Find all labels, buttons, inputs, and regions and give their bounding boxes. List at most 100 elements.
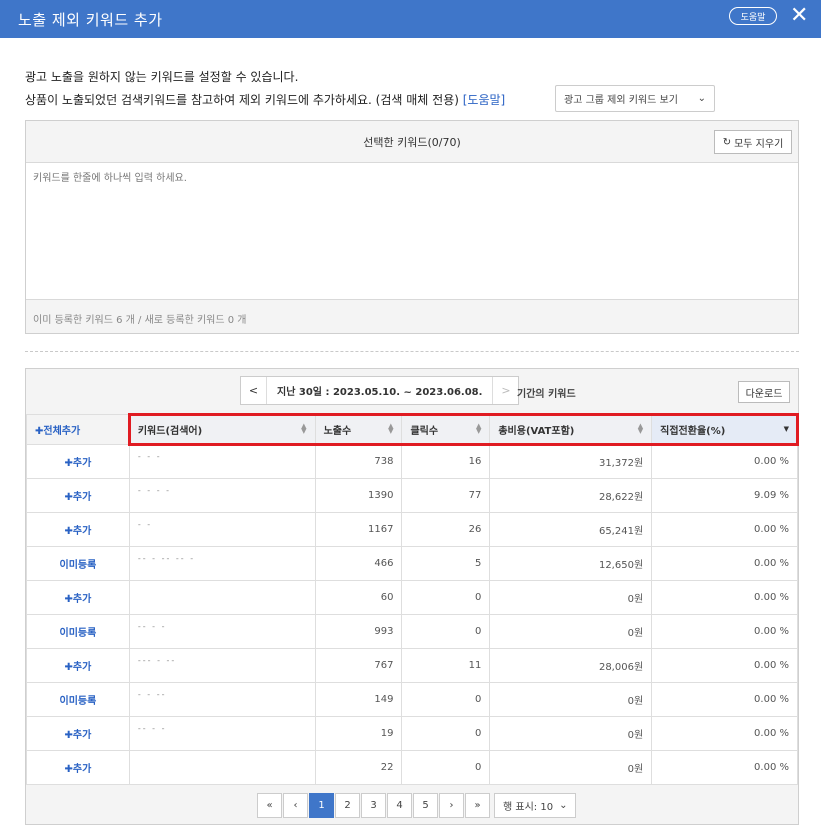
row-action-button[interactable]: 이미등록	[26, 546, 130, 581]
page-button[interactable]: 1	[309, 793, 334, 818]
add-all-button[interactable]: ✚전체추가	[26, 414, 130, 445]
download-button[interactable]: 다운로드	[738, 381, 790, 403]
selected-keyword-panel: 선택한 키워드(0/70) ↻ 모두 지우기 이미 등록한 키워드 6 개 / …	[25, 120, 799, 334]
row-conversion-rate: 0.00 %	[651, 444, 798, 479]
keyword-report-panel: < 지난 30일 : 2023.05.10. ~ 2023.06.08. > 기…	[25, 368, 799, 825]
row-clicks: 11	[401, 648, 491, 683]
column-label: 직접전환율(%)	[660, 426, 726, 437]
sort-icon: ▲ ▼	[475, 422, 482, 435]
table-row: ✚추가 -- - -19 0 0원 0.00 %	[26, 716, 798, 751]
row-cost: 28,006원	[489, 648, 653, 683]
period-prev-button[interactable]: <	[241, 377, 267, 404]
column-header-impressions[interactable]: 노출수 ▲ ▼	[314, 414, 403, 445]
table-row: ✚추가 - - -738 16 31,372원 0.00 %	[26, 444, 798, 479]
row-impressions: 60	[314, 580, 403, 615]
group-exclude-keyword-select[interactable]: 광고 그룹 제외 키워드 보기 ⌄	[555, 85, 715, 112]
row-cost: 65,241원	[489, 512, 653, 547]
row-action-button[interactable]: ✚추가	[26, 512, 130, 547]
help-button[interactable]: 도움말	[729, 7, 777, 25]
row-clicks: 77	[401, 478, 491, 513]
page-last-button[interactable]: »	[465, 793, 490, 818]
chevron-down-icon: ⌄	[559, 800, 568, 811]
row-conversion-rate: 0.00 %	[651, 512, 798, 547]
table-row: ✚추가 --- - -- 767 11 28,006원 0.00 %	[26, 648, 798, 683]
row-keyword: -- - -	[128, 614, 316, 649]
row-impressions: 738	[314, 444, 403, 479]
divider	[25, 351, 799, 352]
page-next-button[interactable]: ›	[439, 793, 464, 818]
row-cost: 0원	[489, 682, 653, 717]
row-action-button[interactable]: ✚추가	[26, 750, 130, 785]
table-row: ✚추가 22 0 0원 0.00 %	[26, 750, 798, 785]
clear-all-label: 모두 지우기	[734, 138, 784, 150]
row-cost: 28,622원	[489, 478, 653, 513]
row-keyword: - -	[128, 512, 316, 547]
table-header-row: ✚전체추가 키워드(검색어) ▲ ▼ 노출수 ▲ ▼ 클릭수 ▲ ▼ 총비용(VAT포함) ▲…	[26, 414, 798, 445]
column-header-clicks[interactable]: 클릭수 ▲ ▼	[401, 414, 491, 445]
page-button[interactable]: 2	[335, 793, 360, 818]
table-row: 이미등록 -- - -- -- -466 5 12,650원 0.00 %	[26, 546, 798, 581]
period-suffix: 기간의 키워드	[517, 389, 576, 400]
row-clicks: 0	[401, 682, 491, 717]
row-action-button[interactable]: ✚추가	[26, 648, 130, 683]
page-prev-button[interactable]: ‹	[283, 793, 308, 818]
row-conversion-rate: 0.00 %	[651, 682, 798, 717]
row-keyword: -- - -- -- -	[128, 546, 316, 581]
row-conversion-rate: 0.00 %	[651, 546, 798, 581]
row-keyword	[128, 580, 316, 615]
description-line-2: 상품이 노출되었던 검색키워드를 참고하여 제외 키워드에 추가하세요. (검색…	[25, 89, 505, 112]
row-keyword: -- - -	[128, 716, 316, 751]
row-action-button[interactable]: 이미등록	[26, 682, 130, 717]
row-clicks: 0	[401, 750, 491, 785]
period-label: 지난 30일 : 2023.05.10. ~ 2023.06.08.	[277, 387, 483, 398]
description: 광고 노출을 원하지 않는 키워드를 설정할 수 있습니다. 상품이 노출되었던…	[25, 66, 505, 112]
rows-per-page-select[interactable]: 행 표시: 10 ⌄	[494, 793, 577, 818]
page-button[interactable]: 5	[413, 793, 438, 818]
keyword-input[interactable]	[26, 162, 798, 300]
row-action-button[interactable]: ✚추가	[26, 478, 130, 513]
table-row: ✚추가 - - - -1390 77 28,622원 9.09 %	[26, 478, 798, 513]
row-impressions: 149	[314, 682, 403, 717]
row-impressions: 466	[314, 546, 403, 581]
row-action-button[interactable]: ✚추가	[26, 580, 130, 615]
column-header-keyword[interactable]: 키워드(검색어) ▲ ▼	[128, 414, 316, 445]
row-cost: 0원	[489, 750, 653, 785]
row-cost: 0원	[489, 614, 653, 649]
exclude-keyword-modal: 노출 제외 키워드 추가 도움말 ✕ 광고 노출을 원하지 않는 키워드를 설정…	[0, 0, 821, 839]
row-cost: 31,372원	[489, 444, 653, 479]
row-cost: 0원	[489, 716, 653, 751]
close-icon[interactable]: ✕	[790, 4, 808, 28]
chevron-down-icon: ⌄	[697, 93, 706, 104]
row-action-button[interactable]: ✚추가	[26, 444, 130, 479]
page-button[interactable]: 3	[361, 793, 386, 818]
row-action-button[interactable]: 이미등록	[26, 614, 130, 649]
description-line-1: 광고 노출을 원하지 않는 키워드를 설정할 수 있습니다.	[25, 70, 299, 84]
column-label: 키워드(검색어)	[137, 426, 203, 437]
selected-keyword-count: 선택한 키워드(0/70)	[363, 135, 461, 149]
keyword-table: ✚전체추가 키워드(검색어) ▲ ▼ 노출수 ▲ ▼ 클릭수 ▲ ▼ 총비용(VAT포함) ▲…	[26, 414, 798, 785]
row-impressions: 22	[314, 750, 403, 785]
column-header-conversion-rate[interactable]: 직접전환율(%) ▼	[651, 414, 798, 445]
row-conversion-rate: 0.00 %	[651, 750, 798, 785]
row-clicks: 0	[401, 614, 491, 649]
help-link[interactable]: [도움말]	[463, 93, 505, 107]
row-action-button[interactable]: ✚추가	[26, 716, 130, 751]
period-next-button[interactable]: >	[492, 377, 518, 404]
row-keyword: --- - --	[128, 648, 316, 683]
row-clicks: 0	[401, 716, 491, 751]
row-impressions: 993	[314, 614, 403, 649]
clear-all-button[interactable]: ↻ 모두 지우기	[714, 130, 792, 154]
page-first-button[interactable]: «	[257, 793, 282, 818]
row-conversion-rate: 0.00 %	[651, 716, 798, 751]
column-label: 총비용(VAT포함)	[498, 426, 575, 437]
sort-icon: ▲ ▼	[637, 422, 644, 435]
row-conversion-rate: 0.00 %	[651, 614, 798, 649]
keyword-registered-summary: 이미 등록한 키워드 6 개 / 새로 등록한 키워드 0 개	[33, 315, 247, 326]
table-row: ✚추가 - -1167 26 65,241원 0.00 %	[26, 512, 798, 547]
page-button[interactable]: 4	[387, 793, 412, 818]
row-impressions: 1390	[314, 478, 403, 513]
row-keyword	[128, 750, 316, 785]
description-line-2-text: 상품이 노출되었던 검색키워드를 참고하여 제외 키워드에 추가하세요. (검색…	[25, 93, 459, 107]
row-impressions: 767	[314, 648, 403, 683]
column-header-cost[interactable]: 총비용(VAT포함) ▲ ▼	[489, 414, 653, 445]
